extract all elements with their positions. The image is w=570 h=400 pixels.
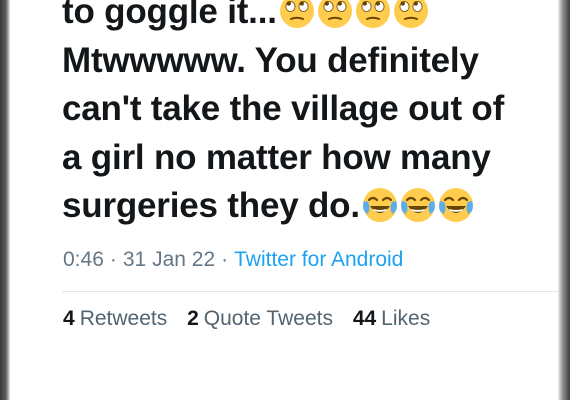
stats-divider (62, 291, 558, 292)
tears-of-joy-emoji-icon (400, 187, 436, 223)
rolling-eyes-emoji-icon (393, 0, 429, 29)
tweet-time[interactable]: 0:46 (63, 248, 104, 271)
tweet-line-3: can't take the village out of (62, 89, 505, 128)
tweet-line-5: surgeries they do. (62, 182, 552, 231)
quote-tweets-count: 2 (187, 307, 199, 330)
likes-label: Likes (381, 307, 431, 330)
rolling-eyes-emoji-icon (317, 0, 353, 29)
tweet-card: to goggle it... Mtwwwww. You definitely … (10, 0, 558, 400)
tweet-body: to goggle it... Mtwwwww. You definitely … (62, 0, 552, 231)
tweet-date[interactable]: 31 Jan 22 (123, 248, 215, 271)
photo-right-edge (558, 0, 570, 400)
tweet-line-5-text: surgeries they do. (62, 186, 360, 225)
tweet-line-4: a girl no matter how many (62, 137, 491, 177)
retweets-count: 4 (63, 307, 75, 330)
tweet-metadata: 0:46 · 31 Jan 22 · Twitter for Android (63, 248, 403, 272)
likes-stat[interactable]: 44 Likes (353, 307, 430, 331)
tears-of-joy-emoji-icon (362, 187, 398, 223)
rolling-eyes-emoji-icon (355, 0, 391, 29)
tweet-source-link[interactable]: Twitter for Android (234, 248, 403, 271)
retweets-stat[interactable]: 4 Retweets (63, 307, 167, 331)
tears-of-joy-emoji-icon (438, 187, 474, 223)
meta-separator: · (109, 248, 117, 271)
tweet-line-2: Mtwwwww. You definitely (62, 40, 479, 80)
tweet-line-1-text: to goggle it... (62, 0, 277, 31)
quote-tweets-stat[interactable]: 2 Quote Tweets (187, 307, 333, 331)
tweet-stats: 4 Retweets 2 Quote Tweets 44 Likes (63, 307, 444, 331)
photo-left-edge (0, 0, 10, 400)
meta-separator: · (221, 248, 229, 271)
tweet-line-1: to goggle it... (62, 0, 552, 37)
likes-count: 44 (352, 307, 377, 330)
quote-tweets-label: Quote Tweets (203, 307, 333, 330)
retweets-label: Retweets (79, 307, 168, 330)
rolling-eyes-emoji-icon (279, 0, 315, 29)
